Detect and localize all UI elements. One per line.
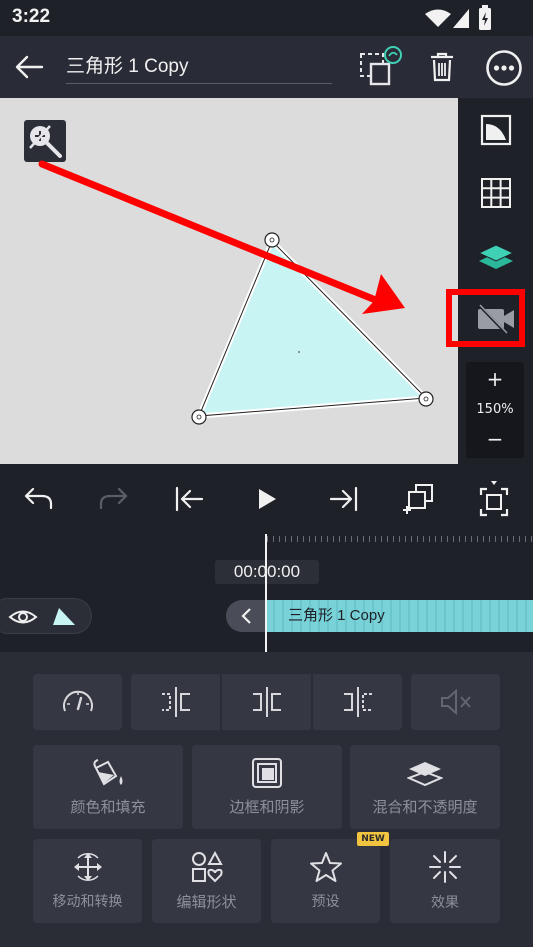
canvas-frame-icon bbox=[480, 114, 511, 146]
blend-opacity-button[interactable]: 混合和不透明度 bbox=[350, 745, 500, 829]
clip-bar[interactable]: 三角形 1 Copy bbox=[266, 600, 533, 632]
undo-icon bbox=[24, 487, 53, 510]
timecode: 00:00:00 bbox=[215, 560, 319, 584]
align-right-icon bbox=[343, 687, 372, 717]
triangle-layer-icon bbox=[53, 608, 75, 625]
clip-label: 三角形 1 Copy bbox=[288, 607, 385, 624]
editing-canvas[interactable] bbox=[0, 98, 458, 464]
play-button[interactable] bbox=[237, 464, 297, 534]
time-ruler bbox=[267, 534, 533, 546]
triangle-shape[interactable] bbox=[195, 236, 432, 419]
more-options-button[interactable] bbox=[484, 49, 524, 87]
canvas-settings-button[interactable] bbox=[458, 108, 533, 152]
grid-icon bbox=[480, 178, 511, 208]
skip-end-icon bbox=[329, 486, 358, 512]
canvas-side-toolbar: + 150% − bbox=[446, 98, 533, 464]
volume-mute-icon bbox=[440, 688, 471, 716]
align-center-icon bbox=[252, 687, 281, 717]
video-off-icon bbox=[477, 304, 514, 334]
skip-start-icon bbox=[175, 486, 204, 512]
layers-button[interactable] bbox=[458, 234, 533, 280]
align-right-button[interactable] bbox=[313, 674, 402, 730]
color-fill-button[interactable]: 颜色和填充 bbox=[33, 745, 183, 829]
eye-icon bbox=[8, 610, 38, 624]
delete-button[interactable] bbox=[424, 48, 460, 86]
mute-button[interactable] bbox=[411, 674, 500, 730]
camera-off-button[interactable] bbox=[458, 298, 533, 340]
app-header: 三角形 1 Copy bbox=[0, 36, 533, 98]
back-arrow-icon bbox=[15, 55, 44, 79]
star-icon bbox=[309, 852, 342, 882]
fit-screen-button[interactable] bbox=[464, 464, 524, 534]
layer-clip[interactable]: 三角形 1 Copy bbox=[226, 600, 533, 632]
align-center-button[interactable] bbox=[222, 674, 311, 730]
sparkle-effects-icon bbox=[429, 851, 461, 883]
battery-icon bbox=[479, 5, 491, 30]
duplicate-button[interactable] bbox=[354, 46, 408, 88]
copy-plus-icon bbox=[403, 484, 433, 514]
border-shadow-icon bbox=[252, 757, 282, 788]
go-to-start-button[interactable] bbox=[160, 464, 220, 534]
add-keyframe-button[interactable] bbox=[389, 464, 449, 534]
paint-bucket-icon bbox=[93, 758, 123, 785]
back-button[interactable] bbox=[10, 49, 48, 85]
fit-frame-icon bbox=[479, 481, 509, 517]
zoom-in-button[interactable]: + bbox=[466, 366, 524, 392]
vertex-handle[interactable] bbox=[191, 409, 207, 425]
preset-label: 预设 bbox=[311, 894, 340, 910]
collapse-clip-button[interactable] bbox=[226, 600, 266, 632]
undo-button[interactable] bbox=[8, 464, 68, 534]
layer-title[interactable]: 三角形 1 Copy bbox=[66, 54, 332, 84]
blend-layers-icon bbox=[407, 761, 443, 786]
shapes-icon bbox=[191, 850, 223, 882]
align-left-icon bbox=[161, 687, 190, 717]
tools-panel: 颜色和填充 边框和阴影 混合和不透明度 移动和转换 编辑形状 预设 NEW 效果 bbox=[0, 652, 533, 947]
annotation-arrow bbox=[38, 160, 382, 305]
duplicate-layer-icon bbox=[360, 46, 402, 86]
new-badge: NEW bbox=[357, 832, 389, 846]
go-to-end-button[interactable] bbox=[313, 464, 373, 534]
vertex-handle[interactable] bbox=[418, 391, 434, 407]
border-shadow-label: 边框和阴影 bbox=[229, 797, 305, 816]
layer-controls bbox=[0, 598, 92, 634]
wifi-icon bbox=[425, 9, 451, 27]
signal-icon bbox=[453, 9, 469, 28]
speedometer-icon bbox=[62, 690, 93, 712]
layers-icon bbox=[477, 244, 514, 269]
vertex-handle[interactable] bbox=[264, 232, 280, 248]
preset-button[interactable]: 预设 bbox=[271, 839, 380, 923]
playback-toolbar bbox=[0, 464, 533, 534]
color-fill-label: 颜色和填充 bbox=[70, 797, 146, 816]
chevron-left-icon bbox=[241, 608, 251, 624]
more-dots-icon bbox=[486, 50, 522, 86]
trash-icon bbox=[431, 52, 453, 82]
zoom-level: 150% bbox=[476, 402, 514, 417]
blend-opacity-label: 混合和不透明度 bbox=[372, 797, 478, 816]
edit-shape-button[interactable]: 编辑形状 bbox=[152, 839, 261, 923]
align-left-button[interactable] bbox=[131, 674, 220, 730]
effects-label: 效果 bbox=[431, 895, 459, 911]
timeline-panel[interactable]: 00:00:00 三角形 1 Copy bbox=[0, 534, 533, 652]
speed-button[interactable] bbox=[33, 674, 122, 730]
border-shadow-button[interactable]: 边框和阴影 bbox=[192, 745, 342, 829]
move-transform-icon bbox=[73, 853, 102, 881]
zoom-out-button[interactable]: − bbox=[466, 426, 524, 452]
edit-shape-label: 编辑形状 bbox=[176, 892, 237, 911]
redo-icon bbox=[99, 487, 128, 510]
status-clock: 3:22 bbox=[12, 6, 51, 27]
play-icon bbox=[259, 489, 276, 509]
effects-button[interactable]: 效果 bbox=[390, 839, 500, 923]
redo-button[interactable] bbox=[84, 464, 144, 534]
playhead[interactable] bbox=[265, 534, 267, 652]
grid-toggle-button[interactable] bbox=[458, 170, 533, 216]
visibility-toggle[interactable] bbox=[7, 605, 41, 629]
status-bar: 3:22 bbox=[0, 0, 533, 36]
move-transform-button[interactable]: 移动和转换 bbox=[33, 839, 142, 923]
move-transform-label: 移动和转换 bbox=[52, 894, 123, 910]
zoom-control: + 150% − bbox=[466, 362, 524, 458]
shape-layer bbox=[38, 160, 434, 425]
